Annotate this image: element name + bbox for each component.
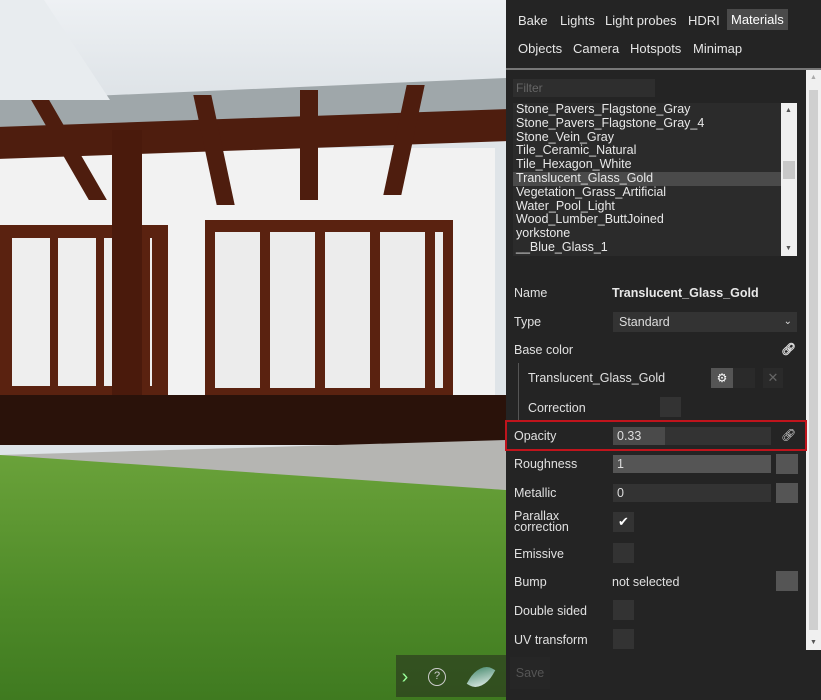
- panel-scrollbar[interactable]: ▼ ▲: [806, 70, 821, 650]
- divider: [506, 68, 821, 70]
- link-icon[interactable]: 🔗︎: [781, 342, 796, 356]
- base-color-texture: Translucent_Glass_Gold: [528, 371, 666, 385]
- base-color-label: Base color: [514, 343, 574, 357]
- roughness-map-swatch[interactable]: [776, 454, 798, 474]
- list-item[interactable]: Translucent_Glass_Gold: [513, 171, 781, 186]
- check-icon: ✔: [618, 514, 629, 529]
- list-item[interactable]: Stone_Pavers_Flagstone_Gray_4: [513, 116, 781, 131]
- parallax-label: Parallax correction: [514, 510, 569, 534]
- correction-swatch[interactable]: [660, 397, 681, 417]
- tab-hotspots[interactable]: Hotspots: [626, 39, 685, 58]
- close-icon[interactable]: ✕: [763, 368, 783, 388]
- double-sided-label: Double sided: [514, 604, 587, 618]
- parallax-label-2: correction: [514, 520, 569, 534]
- name-label: Name: [514, 286, 548, 300]
- list-item[interactable]: Stone_Vein_Gray: [513, 130, 781, 145]
- save-button[interactable]: Save: [510, 657, 550, 689]
- glass: [215, 232, 443, 388]
- base-wall: [0, 395, 506, 445]
- list-item[interactable]: Tile_Ceramic_Natural: [513, 144, 781, 158]
- opacity-label: Opacity: [514, 429, 557, 443]
- tab-minimap[interactable]: Minimap: [689, 39, 746, 58]
- opacity-value: 0.33: [617, 429, 642, 443]
- list-item[interactable]: Tile_Hexagon_White: [513, 157, 781, 172]
- type-value: Standard: [619, 315, 670, 329]
- tab-materials[interactable]: Materials: [727, 9, 788, 30]
- list-item[interactable]: yorkstone: [513, 226, 781, 241]
- type-label: Type: [514, 315, 542, 329]
- link-icon[interactable]: 🔗︎: [781, 428, 796, 442]
- material-name: Translucent_Glass_Gold: [612, 286, 759, 300]
- tab-lights[interactable]: Lights: [556, 11, 599, 30]
- list-item[interactable]: Water_Pool_Light: [513, 199, 781, 214]
- type-select[interactable]: Standard ⌄: [613, 312, 797, 332]
- bump-value: not selected: [612, 575, 680, 589]
- 3d-viewport[interactable]: › ?: [0, 0, 506, 700]
- metallic-label: Metallic: [514, 486, 557, 500]
- materials-list[interactable]: Stone_Pavers_Flagstone_Gray Stone_Pavers_…: [513, 103, 797, 256]
- tab-camera[interactable]: Camera: [569, 39, 623, 58]
- tab-bake[interactable]: Bake: [514, 11, 552, 30]
- chevron-right-icon[interactable]: ›: [398, 660, 412, 694]
- list-scrollbar[interactable]: ▲ ▼: [781, 103, 797, 256]
- roughness-label: Roughness: [514, 457, 578, 471]
- settings-gears-icon[interactable]: ⚙: [711, 368, 733, 388]
- parallax-checkbox[interactable]: ✔: [613, 512, 634, 532]
- list-item[interactable]: Stone_Pavers_Flagstone_Gray: [513, 103, 781, 117]
- rafter: [300, 90, 318, 200]
- list-item[interactable]: __Blue_Glass_1: [513, 240, 781, 255]
- bump-label: Bump: [514, 575, 547, 589]
- metallic-slider[interactable]: 0: [613, 484, 771, 502]
- chevron-down-icon: ⌄: [783, 316, 792, 327]
- double-sided-checkbox[interactable]: [613, 600, 634, 620]
- tab-light-probes[interactable]: Light probes: [601, 11, 681, 30]
- tab-hdri[interactable]: HDRI: [684, 11, 724, 30]
- filter-input[interactable]: [513, 79, 655, 97]
- indent-line: [518, 363, 519, 421]
- emissive-label: Emissive: [514, 547, 565, 561]
- list-item[interactable]: Vegetation_Grass_Artificial: [513, 185, 781, 200]
- roof-edge: [0, 0, 110, 100]
- opacity-slider[interactable]: 0.33: [613, 427, 771, 445]
- emissive-checkbox[interactable]: [613, 543, 634, 563]
- metallic-map-swatch[interactable]: [776, 483, 798, 503]
- list-item[interactable]: Wood_Lumber_ButtJoined: [513, 213, 781, 227]
- bump-map-swatch[interactable]: [776, 571, 798, 591]
- help-icon[interactable]: ?: [428, 668, 446, 686]
- tab-objects[interactable]: Objects: [514, 39, 566, 58]
- roughness-slider[interactable]: 1: [613, 455, 771, 473]
- uv-transform-checkbox[interactable]: [613, 629, 634, 649]
- color-swatch[interactable]: [733, 368, 755, 388]
- correction-label: Correction: [528, 401, 586, 415]
- uv-transform-label: UV transform: [514, 633, 588, 647]
